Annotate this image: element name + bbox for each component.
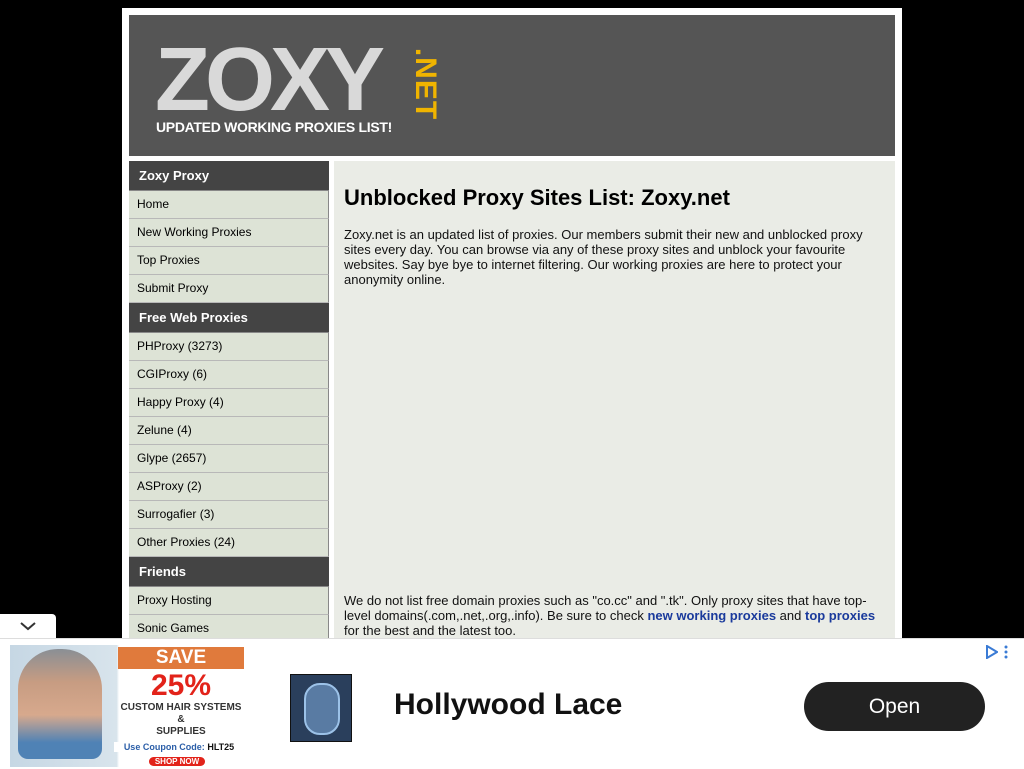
ad-choices-icon[interactable]	[984, 645, 998, 659]
chevron-down-icon	[20, 622, 36, 631]
sidebar-section-title: Zoxy Proxy	[129, 161, 329, 191]
ad-image[interactable]: SAVE 25% CUSTOM HAIR SYSTEMS & SUPPLIES …	[10, 645, 247, 767]
site-header: ZOXY .NET UPDATED WORKING PROXIES LIST!	[129, 15, 895, 156]
sidebar-item-other-proxies[interactable]: Other Proxies (24)	[129, 529, 329, 557]
ad-open-button[interactable]: Open	[804, 682, 985, 731]
new-working-proxies-link[interactable]: new working proxies	[647, 608, 776, 623]
sidebar-section-title: Friends	[129, 557, 329, 587]
sidebar-item-happy-proxy[interactable]: Happy Proxy (4)	[129, 389, 329, 417]
main-content: Unblocked Proxy Sites List: Zoxy.net Zox…	[334, 161, 895, 646]
sidebar-item-top-proxies[interactable]: Top Proxies	[129, 247, 329, 275]
note-text: and	[776, 608, 805, 623]
sidebar-item-home[interactable]: Home	[129, 191, 329, 219]
sidebar-item-new-working-proxies[interactable]: New Working Proxies	[129, 219, 329, 247]
more-options-icon[interactable]	[1003, 645, 1009, 659]
ad-collapse-button[interactable]	[0, 614, 56, 638]
sidebar-item-cgiproxy[interactable]: CGIProxy (6)	[129, 361, 329, 389]
sidebar-item-phproxy[interactable]: PHProxy (3273)	[129, 333, 329, 361]
ad-coupon: Use Coupon Code: HLT25	[114, 742, 244, 752]
ad-percent: 25%	[150, 669, 212, 702]
ad-banner[interactable]: SAVE 25% CUSTOM HAIR SYSTEMS & SUPPLIES …	[0, 638, 1024, 769]
sidebar-item-glype[interactable]: Glype (2657)	[129, 445, 329, 473]
sidebar-item-zelune[interactable]: Zelune (4)	[129, 417, 329, 445]
sidebar-section-title: Free Web Proxies	[129, 303, 329, 333]
intro-paragraph: Zoxy.net is an updated list of proxies. …	[344, 227, 863, 287]
sidebar-item-surrogafier[interactable]: Surrogafier (3)	[129, 501, 329, 529]
ad-model-photo	[18, 649, 102, 759]
logo-suffix: .NET	[409, 47, 443, 121]
ad-save-text: SAVE	[118, 647, 244, 669]
page-title: Unblocked Proxy Sites List: Zoxy.net	[344, 185, 730, 210]
hairpiece-icon	[304, 683, 340, 735]
sidebar-item-proxy-hosting[interactable]: Proxy Hosting	[129, 587, 329, 615]
top-proxies-link[interactable]: top proxies	[805, 608, 875, 623]
note-text: for the best and the latest too.	[344, 623, 517, 638]
ad-subtitle: CUSTOM HAIR SYSTEMS	[120, 702, 242, 713]
ad-shop-now[interactable]: SHOP NOW	[149, 757, 205, 766]
sidebar: Zoxy Proxy Home New Working Proxies Top …	[129, 161, 329, 643]
ad-subtitle: SUPPLIES	[156, 726, 206, 737]
ad-subtitle: &	[177, 714, 185, 725]
sidebar-item-submit-proxy[interactable]: Submit Proxy	[129, 275, 329, 303]
sidebar-item-asproxy[interactable]: ASProxy (2)	[129, 473, 329, 501]
note-paragraph: We do not list free domain proxies such …	[344, 593, 884, 638]
logo-tagline: UPDATED WORKING PROXIES LIST!	[156, 119, 393, 135]
logo-main[interactable]: ZOXY	[155, 35, 385, 125]
ad-product-thumbnail	[290, 674, 352, 742]
ad-title[interactable]: Hollywood Lace	[394, 688, 622, 722]
